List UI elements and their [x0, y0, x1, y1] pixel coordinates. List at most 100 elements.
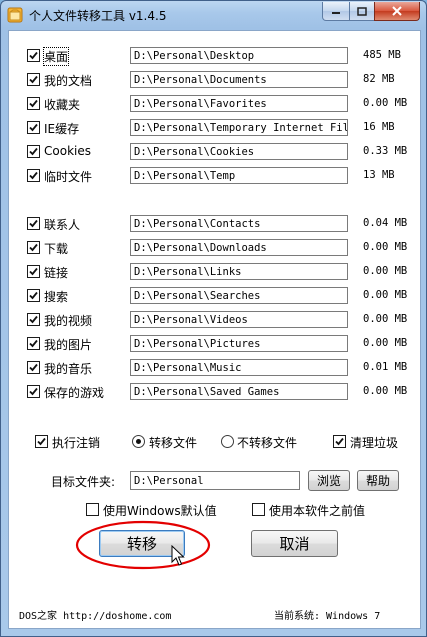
folder-checkbox[interactable] [27, 337, 40, 350]
folder-size: 0.00 MB [363, 97, 408, 109]
folder-label: 我的图片 [44, 338, 93, 352]
folder-label: 下载 [44, 242, 69, 256]
client-area: 桌面 D:\Personal\Desktop 485 MB 我的文档 D:\Person… [8, 30, 421, 629]
folder-label: 我的文档 [44, 74, 93, 88]
folder-path-input[interactable]: D:\Personal\Downloads [130, 239, 348, 256]
checkmark-icon [29, 171, 38, 180]
folder-size: 0.00 MB [363, 289, 408, 301]
folder-label: 保存的游戏 [44, 386, 105, 400]
options-row: 执行注销 转移文件 不转移文件 清理垃圾 [9, 431, 420, 453]
cancel-button[interactable]: 取消 [251, 530, 338, 557]
folder-size: 485 MB [363, 49, 401, 61]
folder-label: 联系人 [44, 218, 81, 232]
folder-path-input[interactable]: D:\Personal\Cookies [130, 143, 348, 160]
folder-size: 0.00 MB [363, 337, 408, 349]
mode-transfer-radio[interactable] [132, 435, 145, 448]
folder-label: 我的音乐 [44, 362, 93, 376]
checkmark-icon [29, 51, 38, 60]
footer-site: DOS之家 http://doshome.com [19, 611, 172, 622]
help-button[interactable]: 帮助 [357, 470, 399, 491]
folder-size: 0.33 MB [363, 145, 408, 157]
folder-label: 收藏夹 [44, 98, 81, 112]
folder-checkbox[interactable] [27, 217, 40, 230]
folder-path-input[interactable]: D:\Personal\Desktop [130, 47, 348, 64]
checkmark-icon [29, 339, 38, 348]
folder-size: 0.00 MB [363, 241, 408, 253]
close-button[interactable] [374, 2, 420, 21]
window-title: 个人文件转移工具 v1.4.5 [29, 9, 167, 23]
folder-path-input[interactable]: D:\Personal\Videos [130, 311, 348, 328]
folder-size: 0.01 MB [363, 361, 408, 373]
folder-checkbox[interactable] [27, 241, 40, 254]
folder-checkbox[interactable] [27, 289, 40, 302]
mode-transfer-label: 转移文件 [149, 436, 198, 450]
footer-system: 当前系统: Windows 7 [274, 611, 381, 622]
target-folder-label: 目标文件夹: [51, 475, 116, 489]
folder-checkbox[interactable] [27, 49, 40, 62]
checkmark-icon [29, 291, 38, 300]
folder-row: 搜索 D:\Personal\Searches 0.00 MB [9, 284, 420, 306]
checkmark-icon [29, 267, 38, 276]
use-windows-default-label: 使用Windows默认值 [103, 504, 217, 518]
folder-checkbox[interactable] [27, 385, 40, 398]
target-folder-row: 目标文件夹: D:\Personal 浏览 帮助 [9, 469, 420, 493]
folder-path-input[interactable]: D:\Personal\Temporary Internet Files [130, 119, 348, 136]
folder-checkbox[interactable] [27, 97, 40, 110]
folder-size: 16 MB [363, 121, 395, 133]
folder-row: Cookies D:\Personal\Cookies 0.33 MB [9, 140, 420, 162]
folder-path-input[interactable]: D:\Personal\Music [130, 359, 348, 376]
mouse-cursor-icon [171, 545, 185, 566]
browse-button[interactable]: 浏览 [308, 470, 350, 491]
folder-label: 桌面 [42, 47, 70, 66]
folder-checkbox[interactable] [27, 169, 40, 182]
folder-row: 联系人 D:\Personal\Contacts 0.04 MB [9, 212, 420, 234]
mode-no-transfer-radio[interactable] [221, 435, 234, 448]
folder-row: 我的音乐 D:\Personal\Music 0.01 MB [9, 356, 420, 378]
folder-path-input[interactable]: D:\Personal\Links [130, 263, 348, 280]
folder-row: 链接 D:\Personal\Links 0.00 MB [9, 260, 420, 282]
checkmark-icon [29, 363, 38, 372]
use-previous-label: 使用本软件之前值 [269, 504, 366, 518]
folder-path-input[interactable]: D:\Personal\Temp [130, 167, 348, 184]
folder-path-input[interactable]: D:\Personal\Searches [130, 287, 348, 304]
checkmark-icon [29, 315, 38, 324]
folder-checkbox[interactable] [27, 121, 40, 134]
app-icon [7, 7, 23, 23]
folder-checkbox[interactable] [27, 361, 40, 374]
folder-size: 82 MB [363, 73, 395, 85]
folder-row: 下载 D:\Personal\Downloads 0.00 MB [9, 236, 420, 258]
folder-path-input[interactable]: D:\Personal\Favorites [130, 95, 348, 112]
folder-path-input[interactable]: D:\Personal\Saved Games [130, 383, 348, 400]
checkmark-icon [29, 147, 38, 156]
minimize-button[interactable] [322, 2, 350, 21]
checkmark-icon [37, 437, 46, 446]
folder-row: 桌面 D:\Personal\Desktop 485 MB [9, 44, 420, 66]
execute-logoff-checkbox[interactable] [35, 435, 48, 448]
maximize-button[interactable] [349, 2, 375, 21]
checkmark-icon [335, 437, 344, 446]
folder-path-input[interactable]: D:\Personal\Contacts [130, 215, 348, 232]
folder-checkbox[interactable] [27, 73, 40, 86]
folder-label: 我的视频 [44, 314, 93, 328]
folder-size: 0.00 MB [363, 385, 408, 397]
folder-path-input[interactable]: D:\Personal\Pictures [130, 335, 348, 352]
folder-label: Cookies [44, 144, 91, 158]
folder-checkbox[interactable] [27, 313, 40, 326]
checkmark-icon [29, 219, 38, 228]
folder-size: 0.00 MB [363, 313, 408, 325]
cleanup-checkbox[interactable] [333, 435, 346, 448]
app-window: 个人文件转移工具 v1.4.5 桌面 D:\Personal\Desktop 485… [0, 0, 427, 637]
mode-no-transfer-label: 不转移文件 [237, 436, 298, 450]
folder-row: 保存的游戏 D:\Personal\Saved Games 0.00 MB [9, 380, 420, 402]
folder-row: 临时文件 D:\Personal\Temp 13 MB [9, 164, 420, 186]
folder-label: 临时文件 [44, 170, 93, 184]
folder-path-input[interactable]: D:\Personal\Documents [130, 71, 348, 88]
use-windows-default-checkbox[interactable] [86, 503, 99, 516]
folder-checkbox[interactable] [27, 145, 40, 158]
title-bar[interactable]: 个人文件转移工具 v1.4.5 [1, 1, 426, 29]
target-folder-input[interactable]: D:\Personal [130, 471, 300, 490]
folder-row: 我的视频 D:\Personal\Videos 0.00 MB [9, 308, 420, 330]
folder-size: 0.00 MB [363, 265, 408, 277]
use-previous-checkbox[interactable] [252, 503, 265, 516]
folder-checkbox[interactable] [27, 265, 40, 278]
